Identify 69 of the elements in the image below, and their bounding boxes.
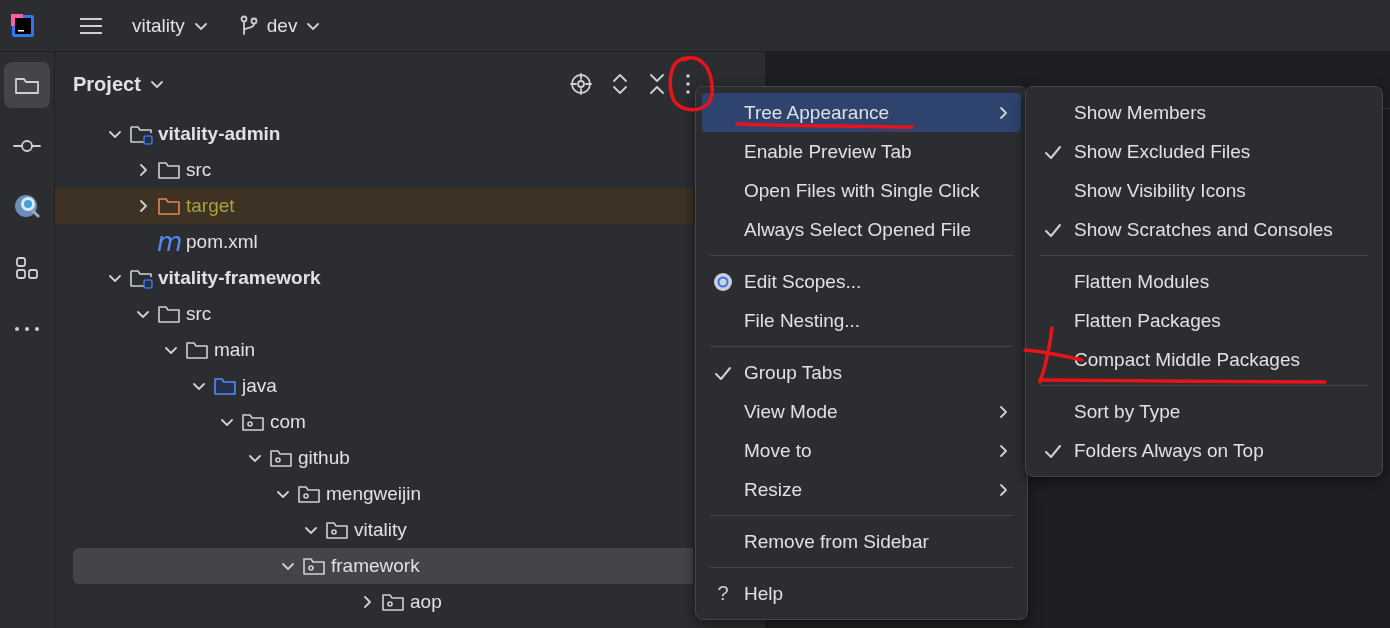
menu-item[interactable]: Move to [702,431,1021,470]
branch-icon [238,15,259,36]
folder-icon [157,195,181,217]
tree-label[interactable]: com [270,411,306,433]
tree-label[interactable]: target [186,195,235,217]
tree-label[interactable]: github [298,447,350,469]
menu-item[interactable]: Flatten Packages [1032,301,1376,340]
radio-icon [713,271,733,292]
magnifier-icon [13,193,41,221]
menu-item[interactable]: ? Help [702,574,1021,613]
tree-label[interactable]: main [214,339,256,361]
package-icon [241,411,265,433]
selected-tree-row[interactable]: framework [73,548,693,584]
menu-item[interactable]: Edit Scopes... [702,262,1021,301]
tree-label[interactable]: src [186,159,212,181]
menu-item[interactable]: Group Tabs [702,353,1021,392]
package-icon [302,555,326,577]
tree-label[interactable]: src [186,303,212,325]
app-logo[interactable] [11,13,35,38]
menu-item[interactable]: Folders Always on Top [1032,431,1376,470]
package-icon [381,591,405,613]
tree-label[interactable]: vitality [354,519,407,541]
menu-item[interactable]: Resize [702,470,1021,509]
tree-label[interactable]: mengweijin [326,483,422,505]
menu-item[interactable]: Show Excluded Files [1032,132,1376,171]
module-folder-icon [129,267,153,289]
tree-label[interactable]: aop [410,591,442,613]
package-icon [325,519,349,541]
help-icon: ? [717,582,729,605]
tree-label[interactable]: pom.xml [186,231,258,253]
tree-label[interactable]: vitality-admin [158,123,281,145]
menu-item[interactable]: Compact Middle Packages [1032,340,1376,379]
expand-all-icon[interactable] [611,72,629,96]
tree-label[interactable]: java [242,375,277,397]
package-icon [269,447,293,469]
more-icon [14,325,40,333]
menu-item[interactable]: Flatten Modules [1032,262,1376,301]
menu-item[interactable]: Always Select Opened File [702,210,1021,249]
menu-item[interactable]: Show Visibility Icons [1032,171,1376,210]
folder-icon [157,303,181,325]
more-options-icon[interactable] [685,73,691,95]
menu-item[interactable]: Enable Preview Tab [702,132,1021,171]
menu-item[interactable]: Show Scratches and Consoles [1032,210,1376,249]
folder-icon [157,159,181,181]
collapse-all-icon[interactable] [648,72,666,96]
menu-item[interactable]: Show Members [1032,93,1376,132]
menu-icon[interactable] [78,15,104,36]
folder-icon [213,375,237,397]
tree-label[interactable]: vitality-framework [158,267,321,289]
menu-item[interactable]: Open Files with Single Click [702,171,1021,210]
folder-icon [185,339,209,361]
tree-label[interactable]: framework [331,555,420,577]
folder-tool-button[interactable] [4,62,50,108]
branch-selector[interactable]: dev [238,14,322,37]
menu-item[interactable]: View Mode [702,392,1021,431]
panel-title[interactable]: Project [73,72,165,96]
blocks-icon [14,256,40,280]
menu-item[interactable]: Sort by Type [1032,392,1376,431]
module-folder-icon [129,123,153,145]
locate-icon[interactable] [570,73,592,95]
commit-icon [13,138,41,154]
maven-icon: m [157,231,181,253]
excluded-tree-row[interactable]: target [55,188,693,224]
menu-item[interactable]: Tree Appearance [702,93,1021,132]
project-selector[interactable]: vitality [132,14,209,37]
circle-annotation [668,56,714,112]
menu-item[interactable]: File Nesting... [702,301,1021,340]
package-icon [297,483,321,505]
menu-item[interactable]: Remove from Sidebar [702,522,1021,561]
